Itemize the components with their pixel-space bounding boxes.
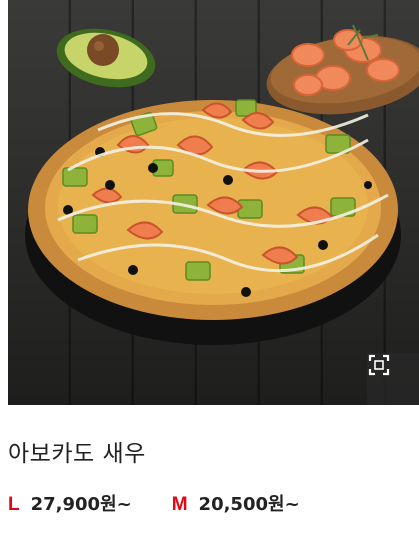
price-list: L 27,900원~ M 20,500원~ xyxy=(8,490,300,516)
expand-icon xyxy=(368,354,390,376)
size-label: L xyxy=(8,494,20,515)
product-card[interactable]: 아보카도 새우 L 27,900원~ M 20,500원~ xyxy=(0,0,419,543)
price-value: 20,500원~ xyxy=(198,494,300,515)
price-medium: M 20,500원~ xyxy=(172,490,300,516)
pizza-illustration xyxy=(25,24,419,345)
zoom-button[interactable] xyxy=(367,353,419,405)
size-label: M xyxy=(171,494,188,515)
product-image[interactable] xyxy=(8,0,419,405)
price-value: 27,900원~ xyxy=(30,494,132,515)
product-name[interactable]: 아보카도 새우 xyxy=(8,434,146,468)
price-large: L 27,900원~ xyxy=(8,490,132,516)
